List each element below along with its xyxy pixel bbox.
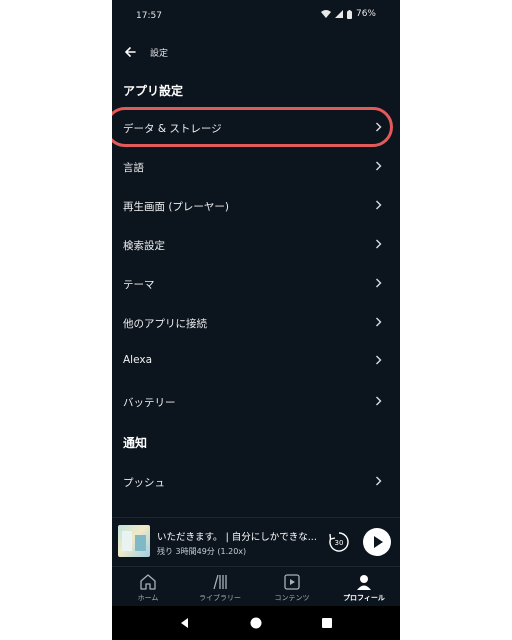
- profile-icon: [357, 575, 371, 590]
- wifi-icon: [320, 10, 331, 18]
- mini-player-title[interactable]: いただきます。 | 自分にしかできな...: [157, 529, 322, 543]
- play-icon: [374, 536, 383, 548]
- settings-item-label: 他のアプリに接続: [123, 318, 207, 330]
- chevron-right-icon: [376, 317, 382, 327]
- status-time: 17:57: [136, 11, 162, 21]
- tab-label: ライブラリー: [199, 594, 241, 602]
- chevron-right-icon: [376, 239, 382, 249]
- nav-back-icon[interactable]: [178, 616, 192, 630]
- chevron-right-icon: [376, 476, 382, 486]
- mini-player[interactable]: いただきます。 | 自分にしかできな... 残り 3時間49分 (1.20x) …: [112, 518, 400, 566]
- settings-item-label: 検索設定: [123, 240, 165, 252]
- tab-label: プロフィール: [343, 594, 385, 602]
- home-icon: [140, 574, 156, 590]
- top-bar: 設定: [112, 36, 400, 68]
- chevron-right-icon: [376, 355, 382, 365]
- tab-library[interactable]: ライブラリー: [184, 567, 256, 607]
- mini-player-remaining: 残り 3時間49分 (1.20x): [157, 547, 247, 556]
- tab-profile[interactable]: プロフィール: [328, 567, 400, 607]
- chevron-right-icon: [376, 396, 382, 406]
- play-button[interactable]: [363, 528, 391, 556]
- section-title-app-settings: アプリ設定: [123, 84, 184, 98]
- settings-item-label: データ & ストレージ: [123, 123, 222, 135]
- tab-home[interactable]: ホーム: [112, 567, 184, 607]
- bottom-tab-bar: ホーム ライブラリー コンテンツ プロフィール: [112, 566, 400, 607]
- nav-recents-icon[interactable]: [320, 616, 334, 630]
- settings-item-push[interactable]: プッシュ: [112, 463, 400, 499]
- signal-icon: [334, 10, 343, 18]
- battery-icon: [346, 9, 352, 19]
- chevron-right-icon: [376, 278, 382, 288]
- tab-label: ホーム: [137, 594, 159, 602]
- settings-item-player[interactable]: 再生画面 (プレーヤー): [112, 187, 400, 223]
- settings-item-data-storage[interactable]: データ & ストレージ: [112, 109, 400, 145]
- phone-screen: 17:57 76% 設定 アプリ設定 データ & ストレージ 言語 再生画面 (…: [112, 0, 400, 640]
- tab-label: コンテンツ: [274, 594, 310, 602]
- chevron-right-icon: [376, 161, 382, 171]
- battery-level: 76%: [355, 9, 376, 19]
- page-title: 設定: [150, 49, 169, 59]
- replay-30-icon[interactable]: 30: [327, 530, 351, 554]
- content-play-icon: [284, 574, 300, 590]
- settings-item-alexa[interactable]: Alexa: [112, 342, 400, 378]
- system-navigation-bar: [112, 606, 400, 640]
- audiobook-cover-image[interactable]: [118, 525, 150, 557]
- tab-content[interactable]: コンテンツ: [256, 567, 328, 607]
- settings-item-label: 言語: [123, 162, 144, 174]
- chevron-right-icon: [376, 122, 382, 132]
- settings-item-label: テーマ: [123, 279, 155, 291]
- status-bar: 17:57 76%: [112, 0, 400, 30]
- section-title-notifications: 通知: [123, 436, 148, 450]
- settings-item-language[interactable]: 言語: [112, 148, 400, 184]
- settings-item-theme[interactable]: テーマ: [112, 265, 400, 301]
- replay-seconds: 30: [335, 539, 344, 547]
- settings-item-connect-apps[interactable]: 他のアプリに接続: [112, 304, 400, 340]
- settings-item-label: バッテリー: [123, 397, 176, 409]
- settings-item-label: プッシュ: [123, 477, 165, 489]
- settings-item-label: Alexa: [123, 354, 153, 366]
- settings-item-search[interactable]: 検索設定: [112, 226, 400, 262]
- chevron-right-icon: [376, 200, 382, 210]
- settings-item-label: 再生画面 (プレーヤー): [123, 201, 230, 213]
- arrow-left-icon[interactable]: [122, 44, 138, 60]
- nav-home-icon[interactable]: [249, 616, 263, 630]
- library-icon: [213, 574, 227, 590]
- settings-item-battery[interactable]: バッテリー: [112, 383, 400, 419]
